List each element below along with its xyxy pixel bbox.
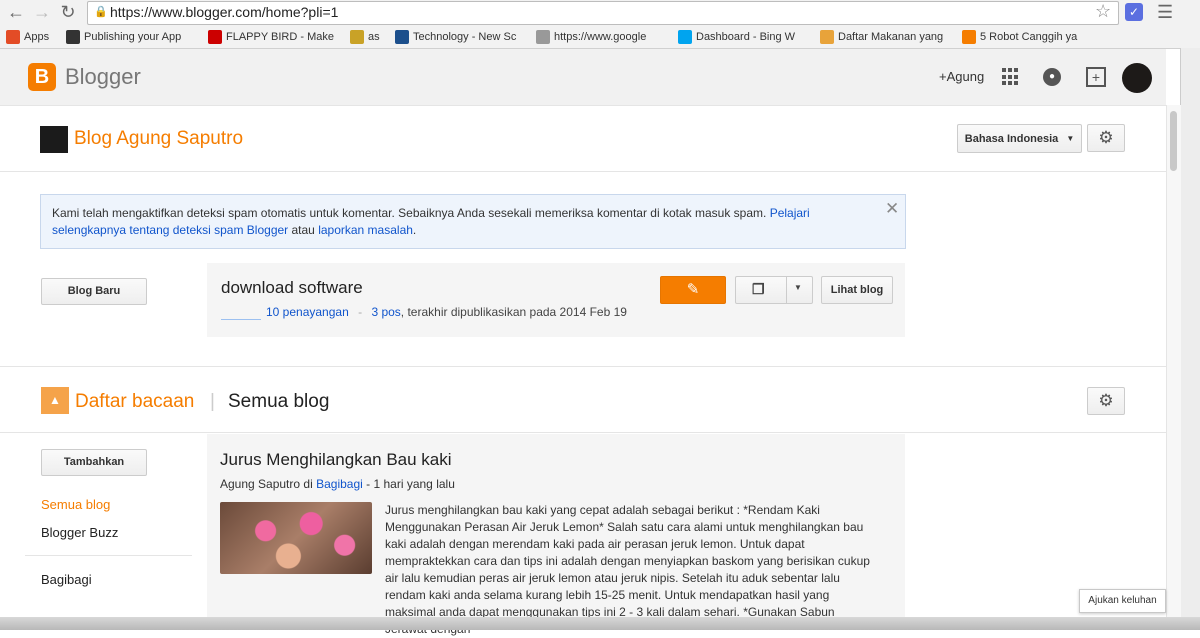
sidebar-item-all-blogs[interactable]: Semua blog [41,497,110,512]
collapse-arrow-icon[interactable]: ▲ [41,387,69,414]
browser-toolbar: ← → ↻ 🔒 https://www.blogger.com/home?pli… [0,0,1200,49]
copy-pages-icon: ❐ [752,281,765,297]
bookmark-item[interactable]: https://www.google [536,29,646,45]
views-link[interactable]: 10 penayangan [266,305,349,319]
sidebar-item-blogger-buzz[interactable]: Blogger Buzz [41,525,118,540]
report-problem-link[interactable]: laporkan masalah [318,223,413,237]
new-post-button[interactable]: ✎ [660,276,726,304]
notification-bell-icon[interactable]: ● [1043,68,1061,86]
divider [0,366,1166,367]
blog-avatar [40,126,68,153]
page-orange-icon [820,30,834,44]
bookmark-label: Apps [24,31,50,43]
language-select[interactable]: Bahasa Indonesia ▼ [957,124,1082,153]
page-icon [536,30,550,44]
gear-icon: ⚙ [1098,391,1114,410]
bookmark-label: Daftar Makanan yang [838,31,944,43]
pencil-icon: ✎ [686,281,700,298]
reading-list-post: Jurus Menghilangkan Bau kaki Agung Saput… [207,434,905,636]
share-plus-icon[interactable]: + [1086,67,1106,87]
feedback-button[interactable]: Ajukan keluhan [1079,589,1166,613]
blogger-header: B Blogger +Agung ● + [0,49,1166,106]
posts-link[interactable]: 3 pos [371,305,400,319]
title-separator: | [210,391,215,412]
blogger-brand[interactable]: Blogger [65,64,141,90]
post-blog-link[interactable]: Bagibagi [316,477,363,491]
bookmark-item[interactable]: 5 Robot Canggih ya [962,29,1077,45]
blog-stats: 10 penayangan - 3 pos, terakhir dipublik… [266,305,627,319]
post-title[interactable]: Jurus Menghilangkan Bau kaki [220,450,452,470]
add-blog-button[interactable]: Tambahkan [41,449,147,476]
bookmark-label: Publishing your App [84,31,182,43]
divider [25,555,192,556]
google-plus-link[interactable]: +Agung [939,69,984,84]
bookmark-item[interactable]: Apps [6,29,49,45]
ns-icon [395,30,409,44]
vertical-scrollbar[interactable] [1166,105,1181,625]
blogger-icon [962,30,976,44]
bookmark-item[interactable]: Daftar Makanan yang [820,29,943,45]
bookmark-label: as [368,31,380,43]
blog-title[interactable]: Blog Agung Saputro [74,128,243,150]
side-window-edge [1180,48,1200,628]
back-icon[interactable]: ← [6,2,26,22]
bookmark-item[interactable]: as [350,29,380,45]
reading-list-title: Daftar bacaan [75,391,195,412]
bookmark-label: 5 Robot Canggih ya [980,31,1078,43]
bookmark-item[interactable]: Dashboard - Bing W [678,29,795,45]
bookmarks-bar: Apps Publishing your App FLAPPY BIRD - Mak… [0,26,1200,48]
chevron-down-icon[interactable]: ▼ [794,283,802,292]
views-sparkline [221,319,261,320]
os-dock [0,617,1200,630]
spam-notice: Kami telah mengaktifkan deteksi spam oto… [40,194,906,249]
bookmark-label: Technology - New Sc [413,31,517,43]
divider [0,432,1166,433]
bookmark-item[interactable]: Technology - New Sc [395,29,516,45]
avatar[interactable] [1122,63,1152,93]
posts-list-button[interactable]: ❐ ▼ [735,276,813,304]
last-published: , terakhir dipublikasikan pada 2014 Feb … [400,305,627,319]
reading-settings-button[interactable]: ⚙ [1087,387,1125,415]
extension-icon[interactable]: ✓ [1125,3,1143,21]
scrollbar-thumb[interactable] [1170,111,1177,171]
post-thumbnail[interactable] [220,502,372,574]
post-meta: Agung Saputro di Bagibagi - 1 hari yang … [220,477,455,491]
bookmark-item[interactable]: Publishing your App [66,29,181,45]
gear-icon: ⚙ [1098,128,1114,147]
apps-grid-icon[interactable] [1002,68,1020,86]
post-author: Agung Saputro [220,477,301,491]
chevron-down-icon: ▼ [1066,134,1075,143]
divider [0,171,1166,172]
notice-text: Kami telah mengaktifkan deteksi spam oto… [52,206,810,237]
view-blog-button[interactable]: Lihat blog [821,276,893,304]
reading-list-filter: Semua blog [228,391,330,412]
blogger-logo-icon[interactable]: B [28,63,56,91]
apps-grid-icon [6,30,20,44]
new-blog-button[interactable]: Blog Baru [41,278,147,305]
bookmark-item[interactable]: FLAPPY BIRD - Make [208,29,334,45]
microsoft-icon [678,30,692,44]
language-value: Bahasa Indonesia [964,132,1059,145]
bookmark-label: FLAPPY BIRD - Make [226,31,334,43]
post-time: - 1 hari yang lalu [366,477,455,491]
publishing-icon [66,30,80,44]
close-icon[interactable]: ✕ [885,199,899,219]
settings-gear-button[interactable]: ⚙ [1087,124,1125,152]
sidebar-item-bagibagi[interactable]: Bagibagi [41,572,92,587]
url-text[interactable]: https://www.blogger.com/home?pli=1 [110,4,338,20]
bookmark-label: Dashboard - Bing W [696,31,796,43]
forward-icon[interactable]: → [32,2,52,22]
youtube-icon [208,30,222,44]
bookmark-label: https://www.google [554,31,647,43]
lock-icon: 🔒 [94,6,108,18]
blog-card-title[interactable]: download software [221,278,363,298]
blog-card: download software 10 penayangan - 3 pos,… [207,263,905,337]
reload-icon[interactable]: ↻ [58,2,78,22]
yandex-icon [350,30,364,44]
bookmark-star-icon[interactable]: ☆ [1095,1,1111,22]
menu-icon[interactable]: ☰ [1157,2,1173,23]
address-bar[interactable]: 🔒 https://www.blogger.com/home?pli=1 [87,1,1119,25]
